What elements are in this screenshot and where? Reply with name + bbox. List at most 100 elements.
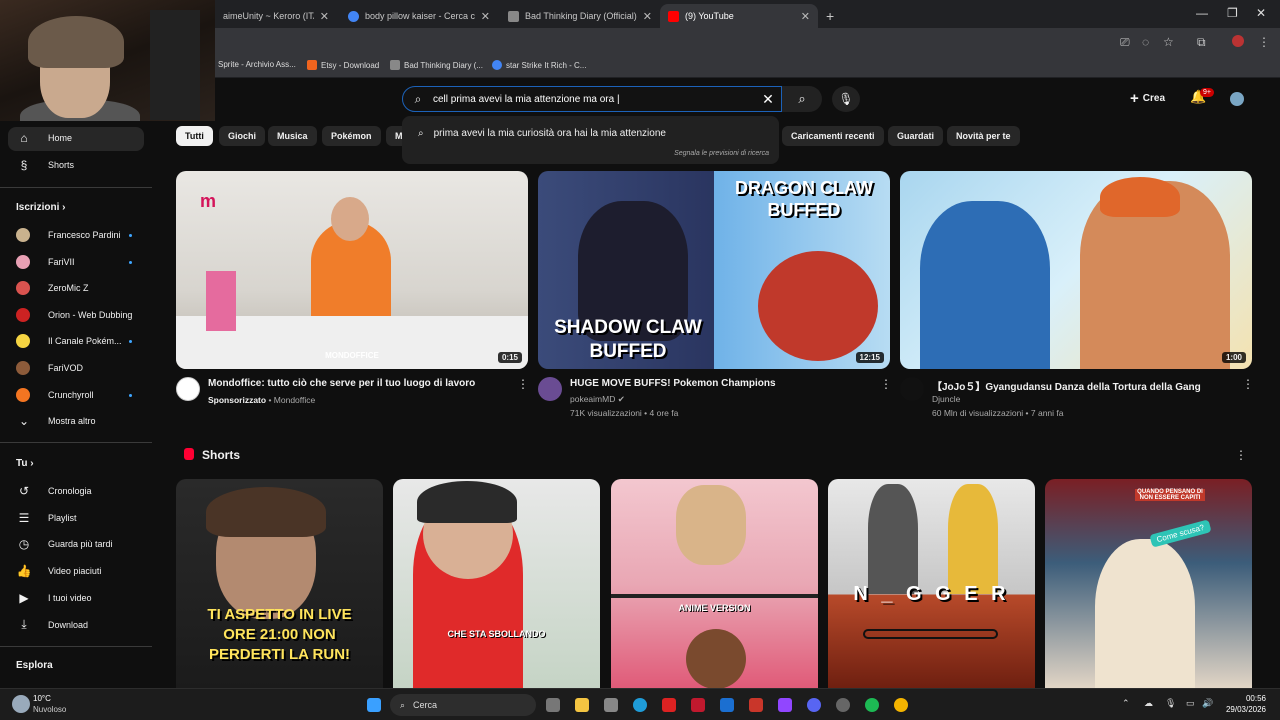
- sidebar-subscription[interactable]: FariVII: [16, 255, 75, 269]
- video-channel[interactable]: Sponsorizzato • Mondoffice: [208, 395, 315, 405]
- taskbar-search[interactable]: ⌕ Cerca: [390, 694, 536, 716]
- channel-avatar[interactable]: [900, 377, 924, 401]
- network-icon[interactable]: ▭: [1186, 698, 1195, 709]
- eye-off-icon[interactable]: ◌: [1142, 35, 1149, 49]
- bookmark-item[interactable]: star Strike It Rich - C...: [492, 60, 586, 70]
- chip-caricamenti-recenti[interactable]: Caricamenti recenti: [782, 126, 884, 146]
- you-header[interactable]: Tu ›: [16, 458, 34, 469]
- report-predictions-link[interactable]: Segnala le previsioni di ricerca: [674, 150, 769, 157]
- short-thumbnail[interactable]: ANIME VERSION: [611, 479, 818, 689]
- video-menu-icon[interactable]: ⋮: [880, 377, 892, 391]
- minimize-icon[interactable]: —: [1196, 6, 1208, 20]
- search-suggestion[interactable]: ⌕ prima avevi la mia curiosità ora hai la…: [418, 128, 666, 139]
- profile-icon[interactable]: [1232, 35, 1244, 47]
- browser-tab[interactable]: body pillow kaiser - Cerca con G✕: [340, 4, 498, 28]
- spotify-icon[interactable]: [865, 698, 879, 712]
- channel-avatar[interactable]: [176, 377, 200, 401]
- mail-icon[interactable]: [720, 698, 734, 712]
- sidebar-subscription[interactable]: Francesco Pardini: [16, 228, 121, 242]
- menu-kebab-icon[interactable]: ⋮: [1258, 35, 1270, 49]
- bookmark-item[interactable]: Etsy - Download: [307, 60, 379, 70]
- cloud-icon[interactable]: ☁: [1144, 698, 1153, 709]
- short-thumbnail[interactable]: CHE STA SBOLLANDO: [393, 479, 600, 689]
- channel-avatar[interactable]: [538, 377, 562, 401]
- clear-search-icon[interactable]: ✕: [755, 91, 781, 108]
- browser-tab[interactable]: Bad Thinking Diary (Official) - L✕: [500, 4, 660, 28]
- close-tab-icon[interactable]: ✕: [481, 10, 490, 23]
- restore-icon[interactable]: ❐: [1227, 6, 1238, 20]
- voice-search-button[interactable]: 🎙: [832, 86, 860, 112]
- chip-tutti[interactable]: Tutti: [176, 126, 213, 146]
- cast-icon[interactable]: ⎚: [1120, 35, 1130, 50]
- sidebar-item-your-videos[interactable]: ▶ I tuoi video: [16, 591, 91, 605]
- video-channel[interactable]: Djuncle: [932, 394, 960, 404]
- sidebar-item-history[interactable]: ↺ Cronologia: [16, 484, 92, 498]
- sidebar-item-playlist[interactable]: ☰ Playlist: [16, 511, 77, 525]
- video-menu-icon[interactable]: ⋮: [517, 377, 529, 391]
- video-menu-icon[interactable]: ⋮: [1242, 377, 1254, 391]
- shorts-menu-icon[interactable]: ⋮: [1235, 448, 1247, 462]
- search-button[interactable]: ⌕: [782, 86, 822, 112]
- short-thumbnail[interactable]: TI ASPETTO IN LIVE ORE 21:00 NON PERDERT…: [176, 479, 383, 689]
- browser-tab[interactable]: aimeUnity ~ Keroro (ITA) Stre✕: [215, 4, 337, 28]
- video-thumbnail[interactable]: m MONDOFFICE 0:15: [176, 171, 528, 369]
- video-title[interactable]: Mondoffice: tutto ciò che serve per il t…: [208, 378, 475, 389]
- close-window-icon[interactable]: ✕: [1256, 6, 1266, 20]
- app-l-icon[interactable]: [662, 698, 676, 712]
- sidebar-item-watch-later[interactable]: ◷ Guarda più tardi: [16, 537, 113, 551]
- sidebar-show-more[interactable]: ⌄ Mostra altro: [16, 414, 96, 428]
- sidebar-subscription[interactable]: FariVOD: [16, 361, 83, 375]
- sidebar-item-home[interactable]: ⌂ Home: [16, 131, 72, 145]
- discord-icon[interactable]: [807, 698, 821, 712]
- chip-pokemon[interactable]: Pokémon: [322, 126, 381, 146]
- sidebar-item-liked[interactable]: 👍 Video piaciuti: [16, 564, 102, 578]
- windows-start-icon[interactable]: [367, 698, 381, 712]
- twitch-icon[interactable]: [778, 698, 792, 712]
- video-title[interactable]: HUGE MOVE BUFFS! Pokemon Champions: [570, 378, 776, 389]
- account-avatar[interactable]: [1230, 92, 1244, 106]
- close-tab-icon[interactable]: ✕: [801, 10, 810, 23]
- search-input[interactable]: [433, 93, 755, 105]
- chrome-icon[interactable]: [894, 698, 908, 712]
- close-tab-icon[interactable]: ✕: [320, 10, 329, 23]
- star-icon[interactable]: ☆: [1163, 35, 1174, 49]
- sidebar-subscription[interactable]: Il Canale Pokém...: [16, 334, 122, 348]
- app-icon[interactable]: [749, 698, 763, 712]
- chip-giochi[interactable]: Giochi: [219, 126, 266, 146]
- volume-icon[interactable]: 🔊: [1202, 698, 1213, 709]
- sidebar-subscription[interactable]: ZeroMic Z: [16, 281, 89, 295]
- extensions-icon[interactable]: ⧉: [1197, 35, 1206, 50]
- bookmark-item[interactable]: Sprite - Archivio Ass...: [218, 60, 296, 69]
- video-thumbnail[interactable]: 1:00: [900, 171, 1252, 369]
- file-explorer-icon[interactable]: [575, 698, 589, 712]
- chip-musica[interactable]: Musica: [268, 126, 317, 146]
- video-channel[interactable]: pokeaimMD ✔: [570, 394, 625, 405]
- chip-novita[interactable]: Novità per te: [947, 126, 1020, 146]
- video-meta: 60 Mln di visualizzazioni • 7 anni fa: [932, 408, 1064, 418]
- browser-tab-active[interactable]: (9) YouTube ✕: [660, 4, 818, 28]
- store-icon[interactable]: [604, 698, 618, 712]
- steam-icon[interactable]: [836, 698, 850, 712]
- create-button[interactable]: + Crea: [1130, 90, 1165, 107]
- subscriptions-header[interactable]: Iscrizioni ›: [16, 202, 65, 213]
- tray-expand-icon[interactable]: ⌃: [1122, 698, 1130, 709]
- short-thumbnail[interactable]: N _ G G E R: [828, 479, 1035, 689]
- mcafee-icon[interactable]: [691, 698, 705, 712]
- shorts-icon: §: [20, 158, 28, 172]
- edge-icon[interactable]: [633, 698, 647, 712]
- short-thumbnail[interactable]: QUANDO PENSANO DI NON ESSERE CAPITI Come…: [1045, 479, 1252, 689]
- sidebar-subscription[interactable]: Orion - Web Dubbing: [16, 308, 132, 322]
- shorts-logo-icon: [184, 448, 194, 460]
- task-view-icon[interactable]: [546, 698, 560, 712]
- new-tab-button[interactable]: +: [818, 4, 838, 28]
- sidebar-item-download[interactable]: ⤓ Download: [16, 617, 88, 632]
- sidebar-item-shorts[interactable]: § Shorts: [16, 158, 74, 172]
- video-title[interactable]: 【JoJo５】Gyangudansu Danza della Tortura d…: [932, 378, 1201, 393]
- close-tab-icon[interactable]: ✕: [643, 10, 652, 23]
- microphone-icon[interactable]: 🎙: [1165, 698, 1176, 709]
- bookmark-item[interactable]: Bad Thinking Diary (...: [390, 60, 483, 70]
- sidebar-subscription[interactable]: Crunchyroll: [16, 388, 94, 402]
- chip-guardati[interactable]: Guardati: [888, 126, 944, 146]
- search-box[interactable]: ⌕ ✕: [402, 86, 782, 112]
- video-thumbnail[interactable]: DRAGON CLAW BUFFED SHADOW CLAW BUFFED 12…: [538, 171, 890, 369]
